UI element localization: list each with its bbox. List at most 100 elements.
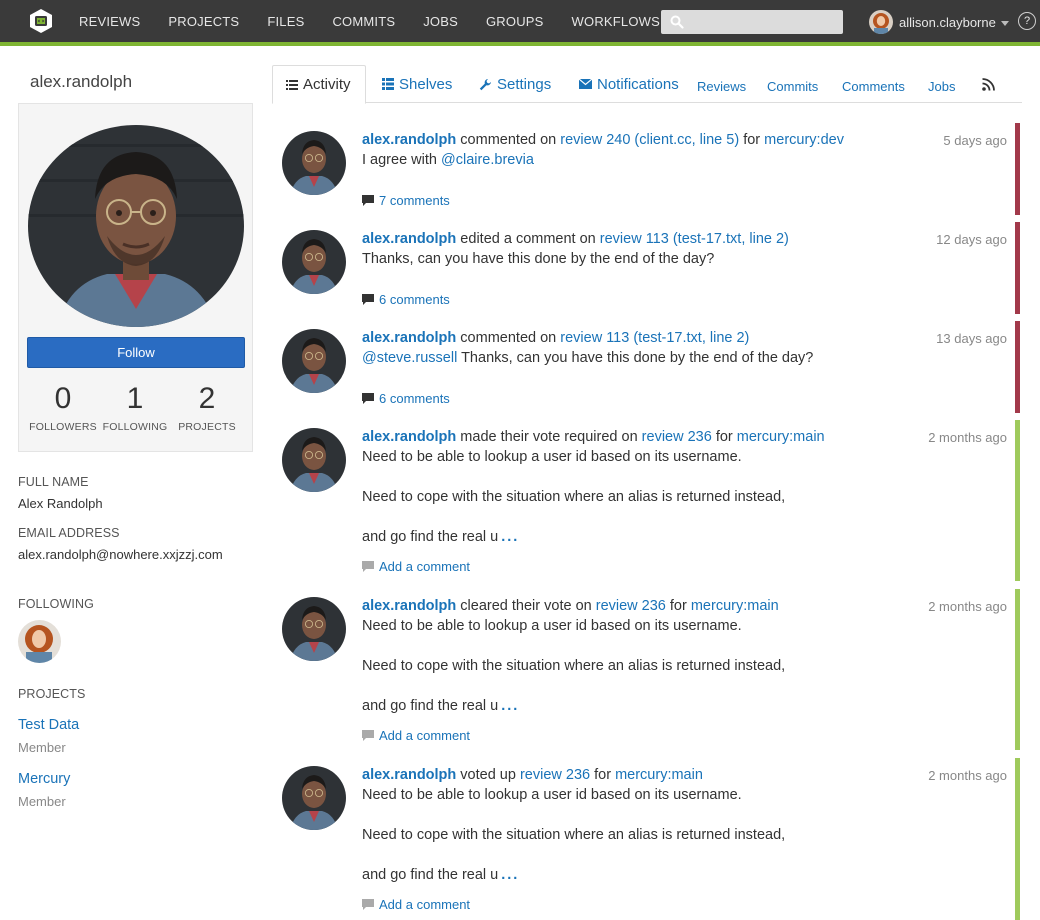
activity-author-link[interactable]: alex.randolph	[362, 231, 456, 247]
activity-avatar[interactable]	[282, 329, 346, 393]
nav-files[interactable]: FILES	[267, 14, 304, 29]
activity-item: alex.randolph edited a comment on review…	[280, 222, 1020, 314]
comment-icon	[362, 294, 374, 305]
activity-body-line: and go find the real u...	[362, 867, 519, 883]
review-link[interactable]: review 113 (test-17.txt, line 2)	[560, 330, 749, 346]
review-link[interactable]: review 236	[596, 598, 666, 614]
top-navbar: REVIEWS PROJECTS FILES COMMITS JOBS GROU…	[0, 0, 1040, 42]
activity-action: edited a comment on	[456, 231, 600, 247]
comments-link[interactable]: 6 comments	[362, 391, 450, 406]
activity-author-link[interactable]: alex.randolph	[362, 132, 456, 148]
nav-commits[interactable]: COMMITS	[332, 14, 395, 29]
project-link-test-data[interactable]: Test Data	[18, 717, 79, 733]
profile-stats: 0 FOLLOWERS 1 FOLLOWING 2 PROJECTS	[27, 382, 245, 434]
comments-link[interactable]: 6 comments	[362, 292, 450, 307]
activity-author-link[interactable]: alex.randolph	[362, 330, 456, 346]
tab-label: Notifications	[597, 75, 679, 93]
tab-comments[interactable]: Comments	[842, 67, 905, 105]
tab-shelves[interactable]: Shelves	[382, 65, 452, 103]
project-role: Member	[18, 794, 66, 809]
add-comment-link[interactable]: Add a comment	[362, 728, 470, 743]
activity-author-link[interactable]: alex.randolph	[362, 598, 456, 614]
activity-time: 2 months ago	[928, 768, 1007, 783]
email-value: alex.randolph@nowhere.xxjzzj.com	[18, 547, 223, 562]
comments-count: 6 comments	[379, 292, 450, 307]
activity-body-line: Need to cope with the situation where an…	[362, 827, 786, 843]
status-bar	[1015, 321, 1020, 413]
nav-reviews[interactable]: REVIEWS	[79, 14, 140, 29]
review-link[interactable]: review 236	[642, 429, 712, 445]
status-bar	[1015, 589, 1020, 750]
activity-body-text: and go find the real u	[362, 867, 499, 883]
activity-avatar[interactable]	[282, 230, 346, 294]
activity-avatar[interactable]	[282, 597, 346, 661]
stat-projects[interactable]: 2 PROJECTS	[171, 382, 243, 434]
nav-workflows[interactable]: WORKFLOWS	[572, 14, 660, 29]
profile-tabs: Activity Shelves Settings Notifications …	[272, 65, 1022, 105]
search-input[interactable]	[689, 12, 839, 32]
activity-item: alex.randolph cleared their vote on revi…	[280, 589, 1020, 750]
review-link[interactable]: review 240 (client.cc, line 5)	[560, 132, 739, 148]
nav-groups[interactable]: GROUPS	[486, 14, 544, 29]
expand-ellipsis-link[interactable]: ...	[501, 529, 519, 545]
comment-icon	[362, 899, 374, 910]
follow-button[interactable]: Follow	[27, 337, 245, 368]
stat-following[interactable]: 1 FOLLOWING	[99, 384, 171, 434]
nav-projects[interactable]: PROJECTS	[168, 14, 239, 29]
project-branch-link[interactable]: mercury:dev	[764, 132, 844, 148]
tab-jobs[interactable]: Jobs	[928, 67, 955, 105]
activity-body-text: and go find the real u	[362, 529, 499, 545]
profile-avatar	[28, 125, 244, 327]
activity-avatar[interactable]	[282, 428, 346, 492]
nav-jobs[interactable]: JOBS	[423, 14, 458, 29]
project-branch-link[interactable]: mercury:main	[691, 598, 779, 614]
help-icon[interactable]: ?	[1018, 12, 1036, 30]
activity-for: for	[590, 767, 616, 783]
user-menu[interactable]: allison.clayborne	[869, 10, 1009, 34]
rss-icon	[982, 77, 995, 91]
user-mention-link[interactable]: @steve.russell	[362, 350, 457, 366]
add-comment-link[interactable]: Add a comment	[362, 897, 470, 912]
activity-author-link[interactable]: alex.randolph	[362, 767, 456, 783]
following-user-avatar[interactable]	[18, 620, 61, 663]
activity-avatar[interactable]	[282, 766, 346, 830]
tab-label: Reviews	[697, 78, 747, 94]
tab-notifications[interactable]: Notifications	[579, 65, 679, 103]
activity-for: for	[711, 429, 737, 445]
tab-activity[interactable]: Activity	[272, 65, 366, 104]
stat-label: PROJECTS	[178, 421, 236, 433]
review-link[interactable]: review 236	[520, 767, 590, 783]
swarm-logo-icon[interactable]	[28, 8, 54, 34]
tab-commits[interactable]: Commits	[767, 67, 818, 105]
search-icon[interactable]	[670, 15, 684, 29]
full-name-label: FULL NAME	[18, 475, 89, 489]
tab-label: Shelves	[399, 75, 453, 93]
activity-avatar[interactable]	[282, 131, 346, 195]
activity-action: made their vote required on	[456, 429, 642, 445]
comments-link[interactable]: 7 comments	[362, 193, 450, 208]
tab-label: Settings	[497, 75, 552, 93]
user-mention-link[interactable]: @claire.brevia	[441, 152, 534, 168]
status-bar	[1015, 222, 1020, 314]
tab-settings[interactable]: Settings	[479, 65, 551, 103]
stat-followers[interactable]: 0 FOLLOWERS	[27, 384, 99, 434]
expand-ellipsis-link[interactable]: ...	[501, 867, 519, 883]
comments-count: 6 comments	[379, 391, 450, 406]
project-branch-link[interactable]: mercury:main	[737, 429, 825, 445]
activity-action: cleared their vote on	[456, 598, 596, 614]
status-bar	[1015, 420, 1020, 581]
add-comment-link[interactable]: Add a comment	[362, 559, 470, 574]
project-branch-link[interactable]: mercury:main	[615, 767, 703, 783]
chevron-down-icon	[1000, 20, 1009, 26]
stat-label: FOLLOWERS	[29, 421, 97, 433]
tab-reviews[interactable]: Reviews	[697, 67, 746, 105]
expand-ellipsis-link[interactable]: ...	[501, 698, 519, 714]
stat-label: FOLLOWING	[102, 421, 168, 433]
project-link-mercury[interactable]: Mercury	[18, 771, 70, 787]
profile-username: alex.randolph	[30, 72, 133, 91]
stat-value: 2	[198, 382, 216, 415]
full-name-value: Alex Randolph	[18, 496, 103, 511]
tab-rss-feed[interactable]	[982, 65, 1000, 103]
activity-author-link[interactable]: alex.randolph	[362, 429, 456, 445]
review-link[interactable]: review 113 (test-17.txt, line 2)	[600, 231, 789, 247]
